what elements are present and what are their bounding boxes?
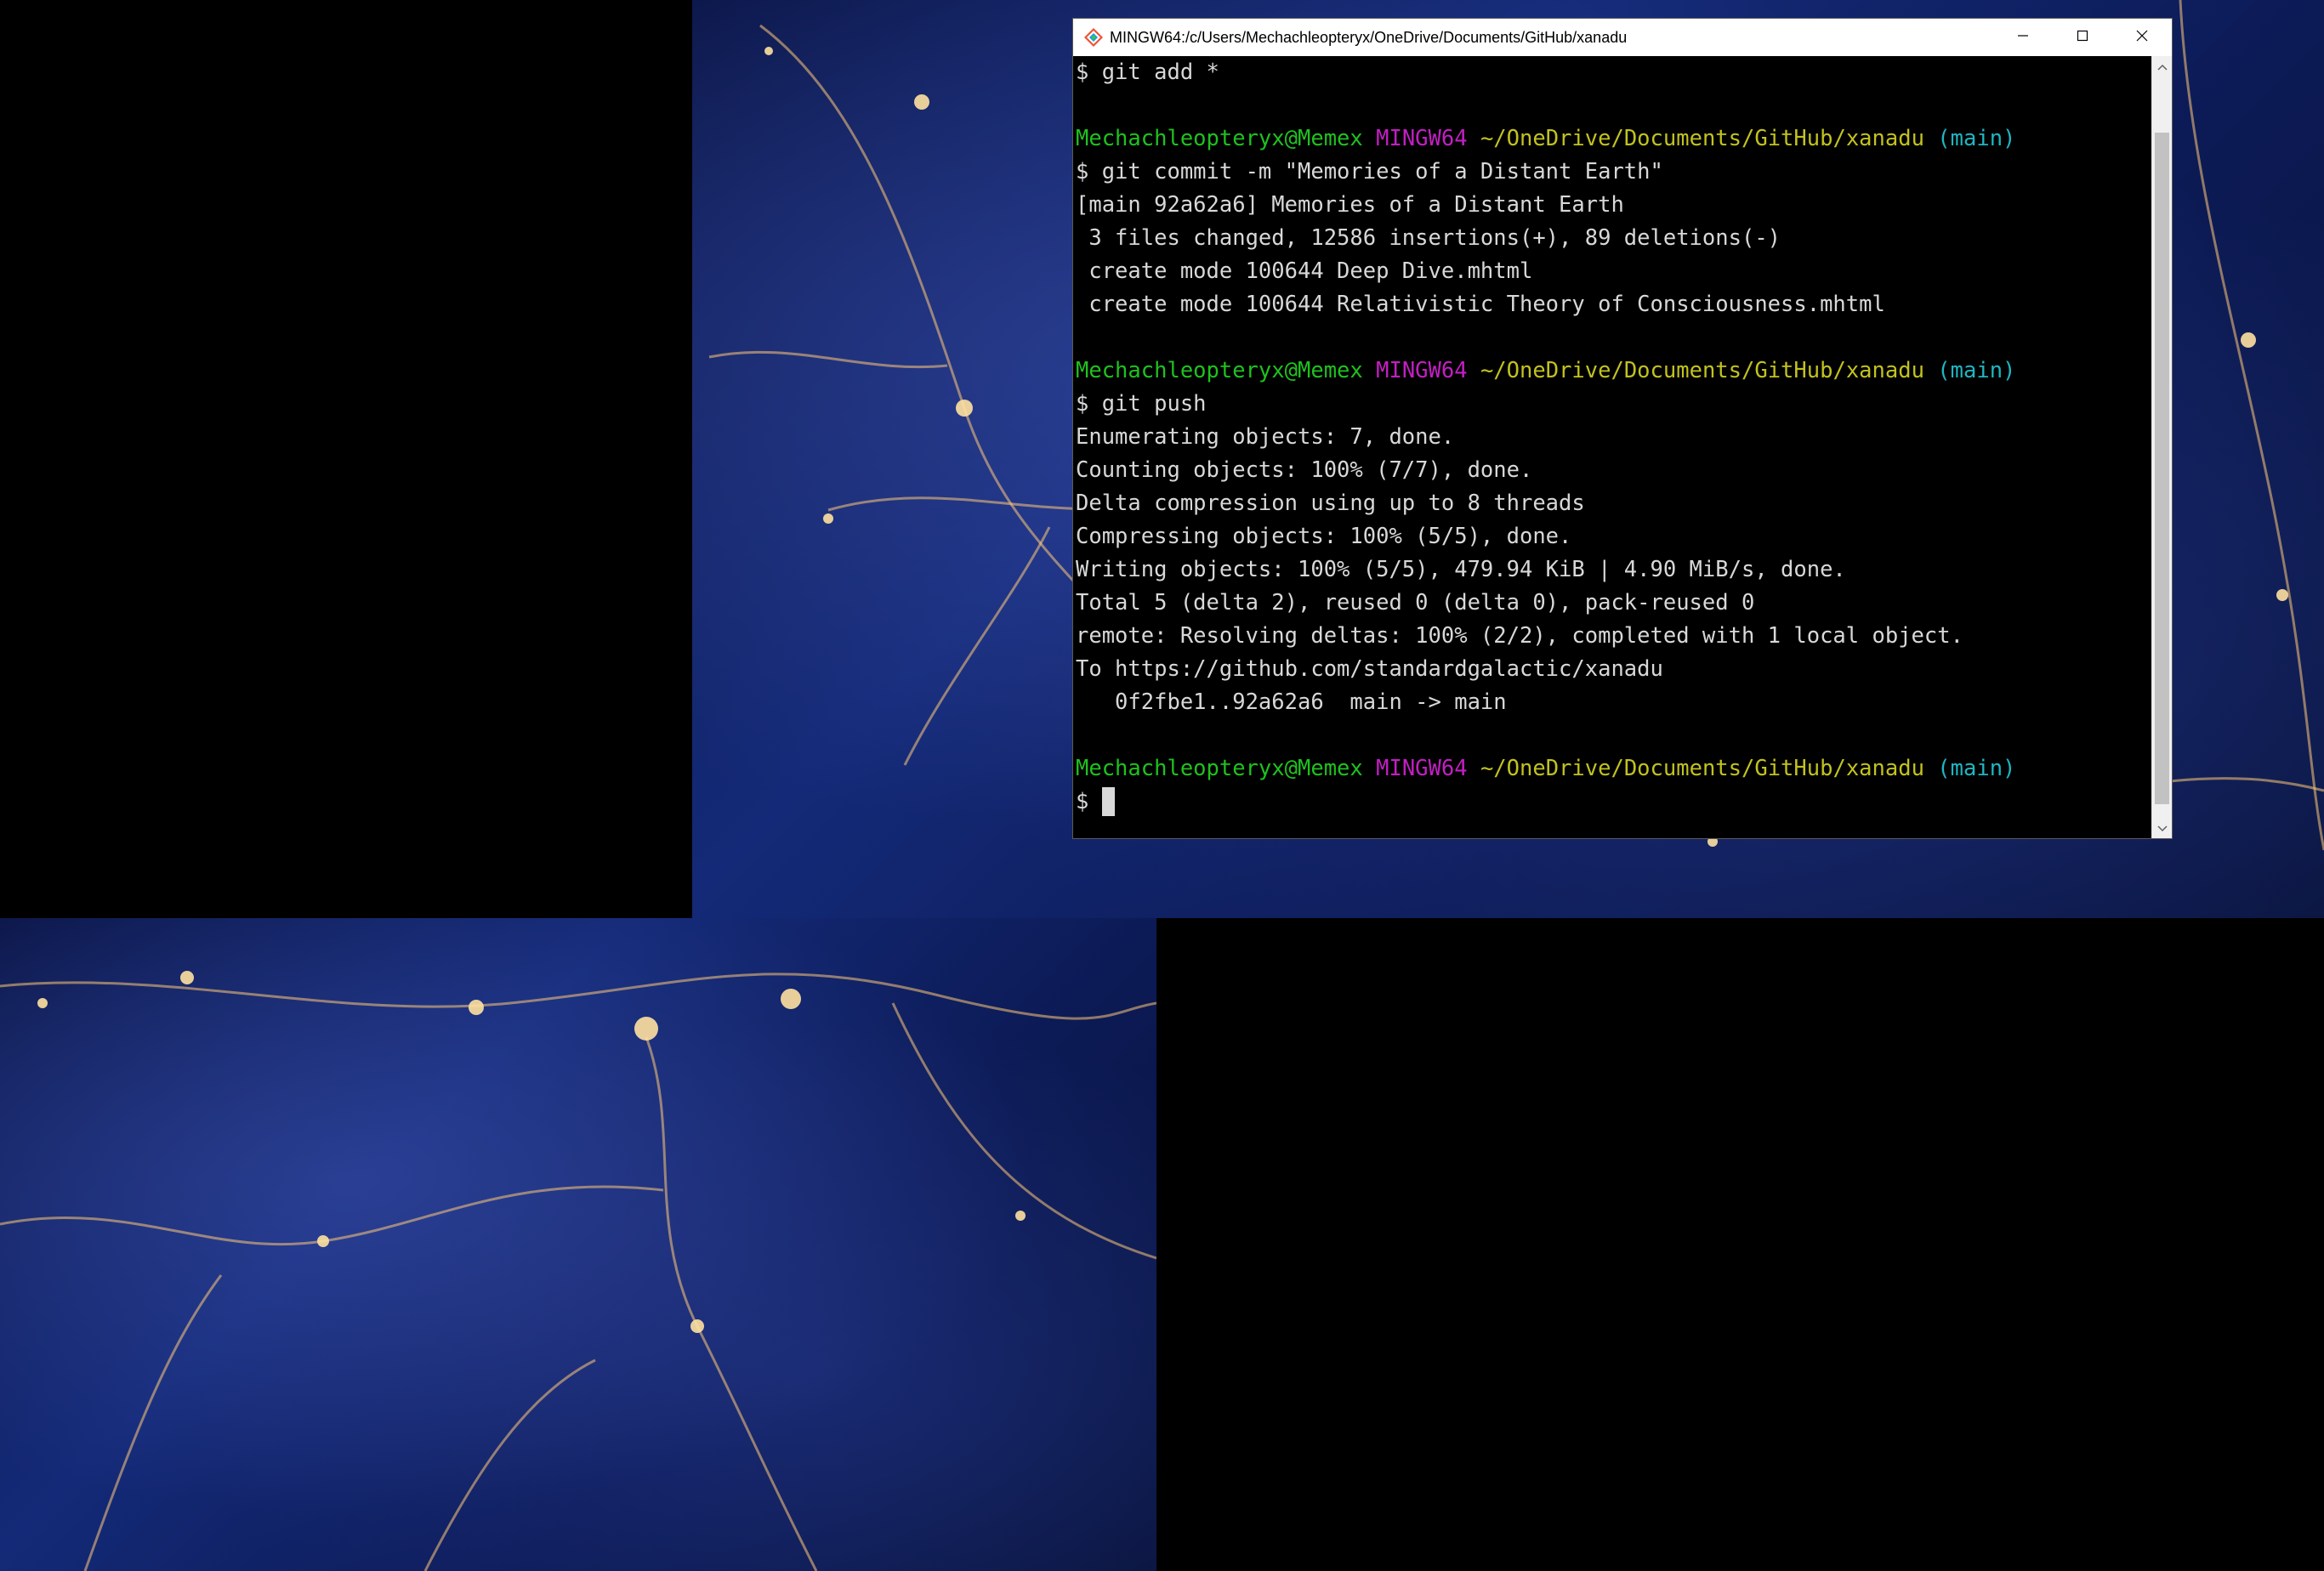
prompt-path: ~/OneDrive/Documents/GitHub/xanadu [1480,358,1924,383]
terminal-line: 0f2fbe1..92a62a6 main -> main [1076,689,1507,715]
terminal-line: Compressing objects: 100% (5/5), done. [1076,524,1572,549]
shell-prompt: Mechachleopteryx@Memex MINGW64 ~/OneDriv… [1076,124,2015,153]
prompt-branch: (main) [1937,358,2016,383]
minimize-icon [2016,29,2030,46]
terminal-line: Enumerating objects: 7, done. [1076,424,1455,450]
prompt-branch: (main) [1937,126,2016,151]
terminal-line: 3 files changed, 12586 insertions(+), 89… [1076,225,1781,251]
terminal-line: [main 92a62a6] Memories of a Distant Ear… [1076,192,1624,218]
scrollbar-thumb[interactable] [2155,133,2169,804]
terminal-line: Writing objects: 100% (5/5), 479.94 KiB … [1076,557,1846,582]
prompt-path: ~/OneDrive/Documents/GitHub/xanadu [1480,126,1924,151]
terminal-line: Counting objects: 100% (7/7), done. [1076,457,1533,483]
prompt-path: ~/OneDrive/Documents/GitHub/xanadu [1480,756,1924,781]
maximize-button[interactable] [2053,19,2112,56]
text-cursor [1101,787,1115,816]
git-bash-icon [1083,27,1104,48]
prompt-branch: (main) [1937,756,2016,781]
terminal-line: Total 5 (delta 2), reused 0 (delta 0), p… [1076,590,1755,615]
title-bar[interactable]: MINGW64:/c/Users/Mechachleopteryx/OneDri… [1073,19,2172,56]
prompt-user: Mechachleopteryx@Memex [1076,358,1363,383]
terminal-line: Delta compression using up to 8 threads [1076,491,1585,516]
scroll-up-button[interactable] [2152,56,2173,77]
shell-prompt: Mechachleopteryx@Memex MINGW64 ~/OneDriv… [1076,754,2015,783]
prompt-user: Mechachleopteryx@Memex [1076,756,1363,781]
minimize-button[interactable] [1993,19,2053,56]
terminal-line: To https://github.com/standardgalactic/x… [1076,656,1663,682]
desktop-wallpaper-bottom [0,918,1156,1571]
terminal-line: $ git add * [1076,60,1219,85]
chevron-down-icon [2156,820,2168,837]
terminal-line: remote: Resolving deltas: 100% (2/2), co… [1076,623,1963,649]
maximize-icon [2076,29,2089,46]
vertical-scrollbar[interactable] [2151,56,2172,838]
scroll-down-button[interactable] [2152,818,2173,838]
prompt-symbol: $ [1076,789,1102,814]
close-icon [2135,29,2149,46]
window-title: MINGW64:/c/Users/Mechachleopteryx/OneDri… [1110,29,1628,46]
chevron-up-icon [2156,59,2168,75]
prompt-user: Mechachleopteryx@Memex [1076,126,1363,151]
shell-prompt: Mechachleopteryx@Memex MINGW64 ~/OneDriv… [1076,356,2015,385]
command-input-line[interactable]: $ [1076,787,1115,816]
prompt-system: MINGW64 [1376,358,1468,383]
close-button[interactable] [2112,19,2172,56]
terminal-line: $ git commit -m "Memories of a Distant E… [1076,159,1663,184]
prompt-system: MINGW64 [1376,756,1468,781]
cosmic-web-pattern [0,971,1156,1571]
terminal-line: create mode 100644 Deep Dive.mhtml [1076,258,1533,284]
prompt-system: MINGW64 [1376,126,1468,151]
terminal-window[interactable]: MINGW64:/c/Users/Mechachleopteryx/OneDri… [1072,18,2173,839]
terminal-line: create mode 100644 Relativistic Theory o… [1076,292,1885,317]
terminal-line: $ git push [1076,391,1207,417]
terminal-output[interactable]: $ git add * Mechachleopteryx@Memex MINGW… [1073,56,2151,838]
